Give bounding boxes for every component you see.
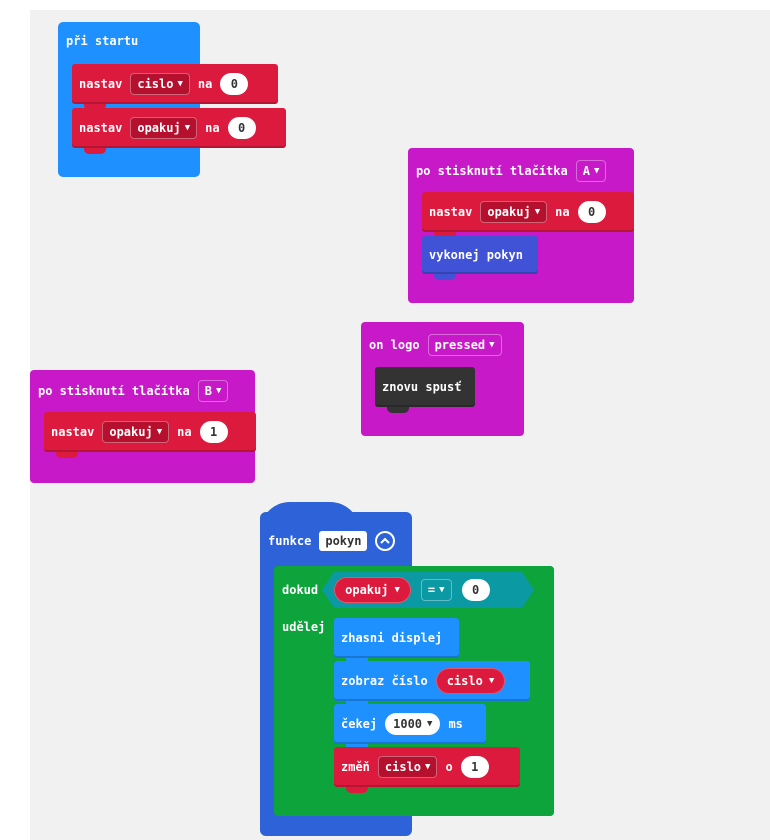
on-logo-label: on logo (369, 338, 420, 352)
set-keyword: nastav (51, 425, 95, 439)
button-a-header: po stisknutí tlačítka A ▼ (408, 156, 614, 186)
value-input[interactable]: 1 (199, 421, 228, 443)
on-logo-header: on logo pressed ▼ (361, 330, 510, 360)
set-cislo-block[interactable]: nastav cislo ▼ na 0 (72, 64, 278, 110)
function-header: funkce pokyn (260, 524, 403, 558)
change-by-block[interactable]: změň cislo ▼ o 1 (334, 747, 520, 793)
chevron-down-icon: ▼ (215, 386, 222, 396)
while-header: dokud opakuj ▼ = ▼ 0 (274, 572, 534, 608)
function-keyword: funkce (268, 534, 312, 548)
operator-dropdown[interactable]: = ▼ (420, 579, 452, 601)
value-input[interactable]: 0 (227, 117, 256, 139)
value-input[interactable]: 0 (577, 201, 606, 223)
function-name-field[interactable]: pokyn (319, 531, 368, 551)
call-pokyn-block[interactable]: vykonej pokyn (422, 236, 538, 280)
chevron-down-icon: ▼ (425, 762, 431, 772)
do-keyword: udělej (282, 620, 326, 634)
variable-dropdown[interactable]: opakuj ▼ (130, 117, 198, 139)
button-dropdown[interactable]: A ▼ (575, 160, 607, 182)
clear-screen-label: zhasni displej (341, 631, 443, 645)
pause-duration-dropdown[interactable]: 1000 ▼ (385, 713, 441, 735)
chevron-down-icon: ▼ (488, 676, 495, 686)
by-keyword: o (445, 760, 453, 774)
change-value-input[interactable]: 1 (460, 756, 489, 778)
blocks-workspace[interactable]: při startu nastav cislo ▼ na 0 nastav opa… (30, 10, 770, 840)
set-keyword: nastav (79, 77, 123, 91)
reset-label: znovu spusť (382, 380, 462, 394)
variable-dropdown[interactable]: cislo ▼ (130, 73, 190, 95)
chevron-down-icon: ▼ (156, 427, 163, 437)
set-keyword: nastav (79, 121, 123, 135)
variable-dropdown[interactable]: opakuj ▼ (102, 421, 170, 443)
to-keyword: na (205, 121, 220, 135)
set-opakuj-block[interactable]: nastav opakuj ▼ na 0 (422, 192, 634, 238)
chevron-down-icon: ▼ (427, 719, 433, 729)
chevron-down-icon: ▼ (489, 340, 495, 350)
chevron-down-icon: ▼ (394, 585, 400, 595)
chevron-down-icon: ▼ (534, 207, 541, 217)
chevron-down-icon: ▼ (184, 123, 191, 133)
clear-screen-block[interactable]: zhasni displej (334, 618, 459, 664)
pause-unit: ms (448, 717, 463, 731)
chevron-down-icon: ▼ (177, 79, 183, 89)
while-keyword: dokud (282, 583, 319, 597)
show-number-label: zobraz číslo (341, 674, 428, 688)
chevron-down-icon: ▼ (439, 585, 445, 595)
to-keyword: na (177, 425, 192, 439)
button-b-header: po stisknutí tlačítka B ▼ (30, 376, 236, 406)
set-opakuj-block[interactable]: nastav opakuj ▼ na 1 (44, 412, 256, 458)
to-keyword: na (197, 77, 213, 91)
reset-block[interactable]: znovu spusť (375, 367, 475, 413)
logo-event-dropdown[interactable]: pressed ▼ (427, 334, 502, 356)
pause-block[interactable]: čekej 1000 ▼ ms (334, 704, 486, 750)
call-label: vykonej pokyn (429, 248, 523, 262)
button-dropdown[interactable]: B ▼ (197, 380, 229, 402)
value-input[interactable]: 0 (220, 73, 249, 95)
condition-value-input[interactable]: 0 (461, 579, 490, 601)
set-keyword: nastav (429, 205, 473, 219)
change-keyword: změň (341, 760, 370, 774)
do-label-row: udělej (274, 616, 333, 638)
show-number-block[interactable]: zobraz číslo cislo ▼ (334, 661, 530, 707)
while-loop-bottom (274, 786, 554, 816)
to-keyword: na (555, 205, 570, 219)
button-b-label: po stisknutí tlačítka (38, 384, 190, 398)
pause-label: čekej (341, 717, 378, 731)
on-start-header: při startu (58, 28, 146, 54)
show-variable-dropdown[interactable]: cislo ▼ (435, 668, 506, 694)
condition-variable-dropdown[interactable]: opakuj ▼ (334, 577, 411, 603)
set-opakuj-block[interactable]: nastav opakuj ▼ na 0 (72, 108, 286, 154)
on-start-label: při startu (66, 34, 139, 48)
chevron-down-icon: ▼ (593, 166, 600, 176)
button-a-label: po stisknutí tlačítka (416, 164, 568, 178)
change-variable-dropdown[interactable]: cislo ▼ (377, 756, 438, 778)
variable-dropdown[interactable]: opakuj ▼ (480, 201, 548, 223)
collapse-circle-icon[interactable] (375, 531, 396, 551)
